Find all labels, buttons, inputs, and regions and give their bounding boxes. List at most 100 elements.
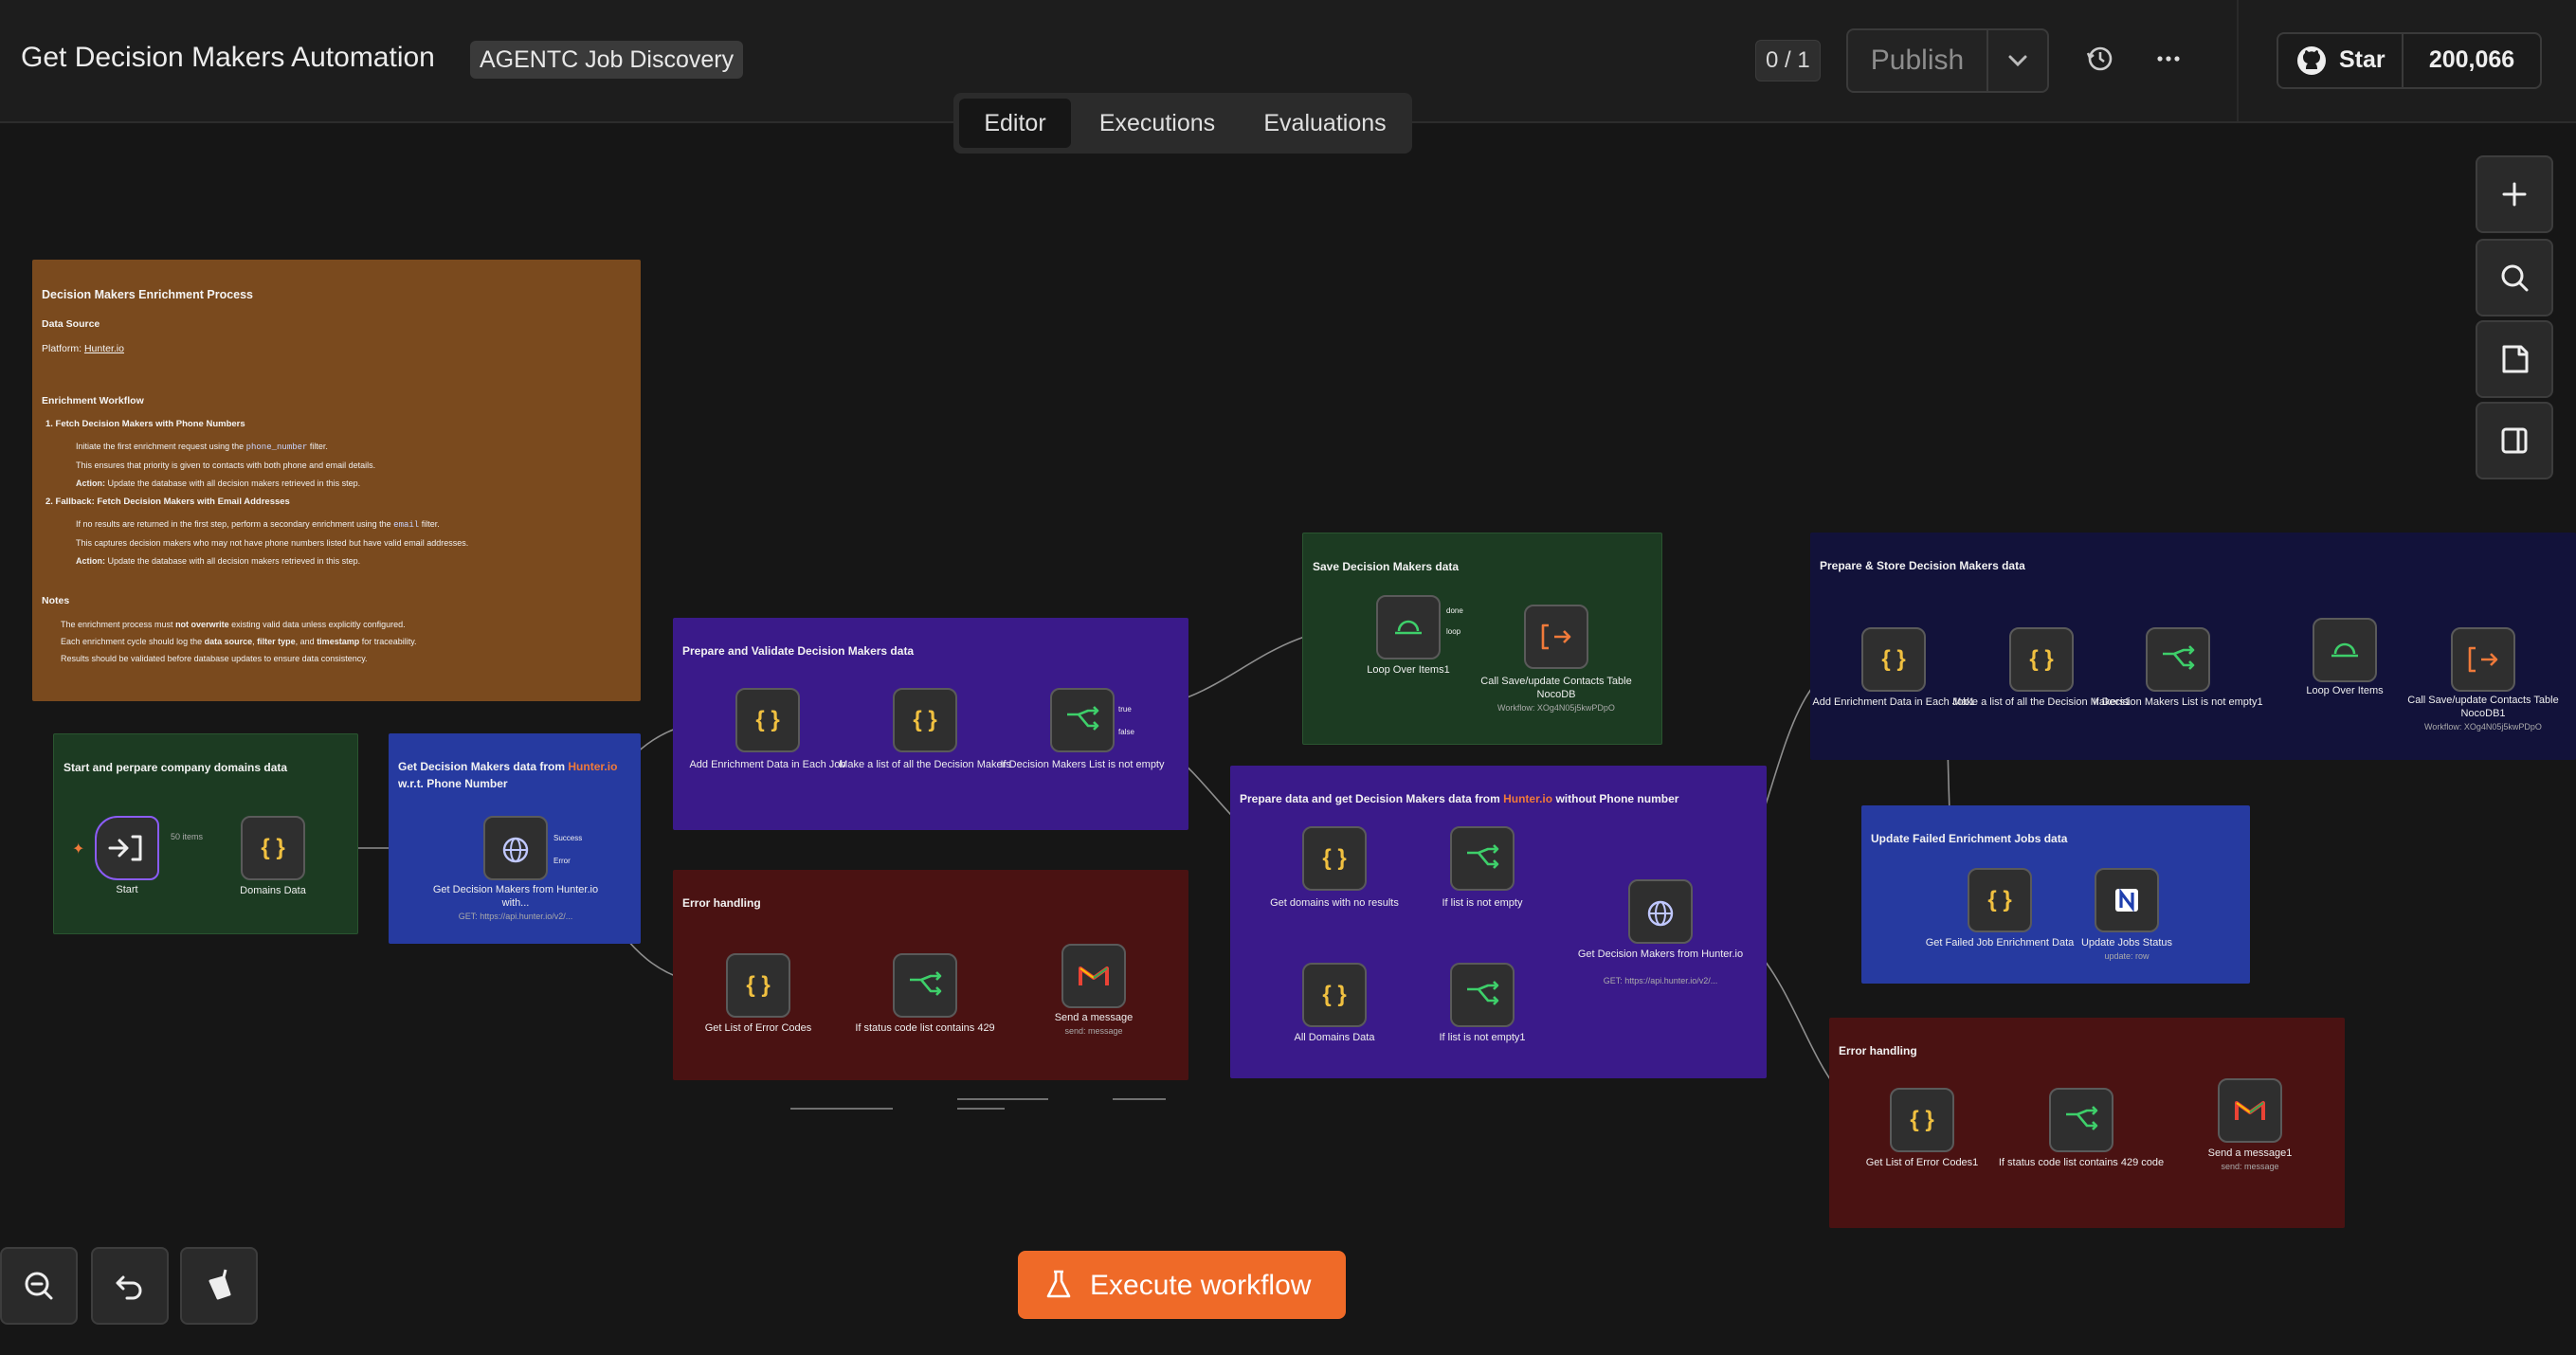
node-loop-2[interactable] [2313, 618, 2377, 682]
node-if-list-not-empty-1[interactable] [1450, 963, 1515, 1027]
add-sticky-button[interactable] [2476, 320, 2553, 398]
node-loop-1[interactable] [1376, 595, 1441, 659]
node-if-429[interactable] [893, 953, 957, 1018]
publish-button-group: Publish [1846, 28, 2049, 93]
node-if-list-not-empty-label: If list is not empty [1442, 897, 1523, 909]
zoom-out-button[interactable] [0, 1247, 78, 1325]
note-notes-line2-mid2: , and [295, 637, 317, 646]
publish-dropdown-button[interactable] [1988, 30, 2047, 91]
node-start[interactable] [95, 816, 159, 880]
note-notes-line2-pre: Each enrichment cycle should log the [61, 637, 205, 646]
note-step1-action: Action: Update the database with all dec… [76, 479, 360, 488]
zoom-out-icon [25, 1272, 53, 1300]
node-send-message[interactable] [1061, 944, 1126, 1008]
branch-if-icon [2163, 645, 2195, 670]
more-options-button[interactable] [2142, 32, 2195, 85]
node-get-failed[interactable]: { } [1968, 868, 2032, 932]
port-done-label: done [1446, 606, 1463, 615]
items-count-badge: 50 items [171, 832, 204, 841]
workflow-canvas[interactable]: Decision Makers Enrichment Process Data … [0, 123, 2576, 1355]
node-call-save[interactable] [1524, 605, 1588, 669]
branch-if-icon [2066, 1106, 2098, 1130]
tidy-up-button[interactable] [180, 1247, 258, 1325]
toggle-panel-button[interactable] [2476, 402, 2553, 479]
github-star-button[interactable]: Star [2278, 34, 2404, 87]
node-if-list-1[interactable] [2146, 627, 2210, 692]
note-step1-line1-post: filter. [307, 442, 328, 451]
node-hunter-phone[interactable] [483, 816, 548, 880]
execute-workflow-icon [2468, 646, 2498, 673]
note-step2-code: email [393, 520, 420, 530]
node-send-message-1[interactable] [2218, 1078, 2282, 1143]
note-step2-action-text: Update the database with all decision ma… [105, 556, 361, 566]
node-error-codes-1[interactable]: { } [1890, 1088, 1954, 1152]
history-button[interactable] [2074, 32, 2127, 85]
group-save[interactable]: Save Decision Makers data [1302, 533, 1662, 745]
search-nodes-button[interactable] [2476, 239, 2553, 316]
project-badge[interactable]: AGENTC Job Discovery [470, 41, 744, 79]
code-braces-icon: { } [1881, 646, 1906, 672]
node-call-save-label: Call Save/update Contacts Table NocoDB [1480, 676, 1632, 700]
group-hunter-phone-subtitle: w.r.t. Phone Number [398, 777, 508, 790]
sticky-note-enrichment-process[interactable]: Decision Makers Enrichment Process Data … [32, 260, 641, 701]
node-update-jobs[interactable] [2095, 868, 2159, 932]
note-step2-line2: This captures decision makers who may no… [76, 538, 469, 548]
note-workflow-heading: Enrichment Workflow [42, 395, 144, 406]
node-add-enrichment[interactable]: { } [735, 688, 800, 752]
node-make-list-label: Make a list of all the Decision Makers [839, 759, 1011, 770]
node-error-codes-label: Get List of Error Codes [704, 1022, 812, 1034]
workflow-title[interactable]: Get Decision Makers Automation [21, 42, 435, 74]
add-node-button[interactable] [2476, 155, 2553, 233]
node-if-list-not-empty[interactable] [1450, 826, 1515, 891]
group-hunter-phone-link: Hunter.io [568, 760, 618, 773]
branch-if-icon [1467, 844, 1499, 869]
github-star-widget[interactable]: Star 200,066 [2277, 32, 2542, 89]
flask-icon [1046, 1270, 1071, 1298]
node-send-message-sub: send: message [1064, 1026, 1123, 1036]
port-false-label: false [1118, 728, 1134, 736]
node-domains-data[interactable]: { } [241, 816, 305, 880]
node-error-codes[interactable]: { } [726, 953, 790, 1018]
note-step2-line1-pre: If no results are returned in the first … [76, 519, 394, 529]
node-hunter-2-sub: GET: https://api.hunter.io/v2/... [1603, 976, 1718, 985]
node-update-jobs-sub: update: row [2104, 951, 2150, 961]
globe-icon [1647, 900, 1674, 927]
code-braces-icon: { } [261, 835, 285, 860]
node-add-enrichment-1[interactable]: { } [1861, 627, 1926, 692]
node-all-domains[interactable]: { } [1302, 963, 1367, 1027]
sticky-note-icon [2502, 345, 2529, 373]
plus-icon [2502, 182, 2527, 207]
node-make-list-1[interactable]: { } [2009, 627, 2074, 692]
node-domains-data-label: Domains Data [240, 885, 306, 896]
execute-workflow-button[interactable]: Execute workflow [1018, 1251, 1346, 1319]
node-hunter-phone-sub: GET: https://api.hunter.io/v2/... [458, 912, 573, 921]
node-call-save-1-sub: Workflow: XOg4N05j5kwPDpO [2424, 722, 2542, 732]
node-if-list-1-label: If Decision Makers List is not empty1 [2093, 696, 2263, 708]
note-notes-line1-post: existing valid data unless explicitly co… [228, 620, 406, 629]
node-call-save-1[interactable] [2451, 627, 2515, 692]
note-platform-link[interactable]: Hunter.io [84, 343, 124, 354]
publish-button[interactable]: Publish [1848, 30, 1988, 91]
node-make-list[interactable]: { } [893, 688, 957, 752]
node-get-domains[interactable]: { } [1302, 826, 1367, 891]
port-loop-label: loop [1446, 627, 1461, 636]
note-step2-action-label: Action: [76, 556, 105, 566]
note-step1-line1: Initiate the first enrichment request us… [76, 442, 328, 452]
github-icon [2297, 46, 2326, 75]
node-if-429-1[interactable] [2049, 1088, 2113, 1152]
gmail-icon [2235, 1101, 2265, 1120]
globe-icon [502, 837, 529, 863]
node-if-list[interactable] [1050, 688, 1115, 752]
note-step1-code: phone_number [245, 443, 308, 452]
trigger-bolt-icon: ✦ [72, 841, 85, 858]
node-send-message-1-sub: send: message [2221, 1162, 2279, 1171]
undo-icon [116, 1275, 142, 1300]
note-notes-line2-b2: filter type [257, 637, 296, 646]
group-without-phone-pre: Prepare data and get Decision Makers dat… [1240, 792, 1504, 805]
code-braces-icon: { } [2029, 646, 2054, 672]
node-hunter-2[interactable] [1628, 879, 1693, 944]
group-update-failed-title: Update Failed Enrichment Jobs data [1871, 832, 2068, 845]
note-title: Decision Makers Enrichment Process [42, 288, 254, 301]
group-without-phone-link: Hunter.io [1503, 792, 1553, 805]
undo-button[interactable] [91, 1247, 169, 1325]
